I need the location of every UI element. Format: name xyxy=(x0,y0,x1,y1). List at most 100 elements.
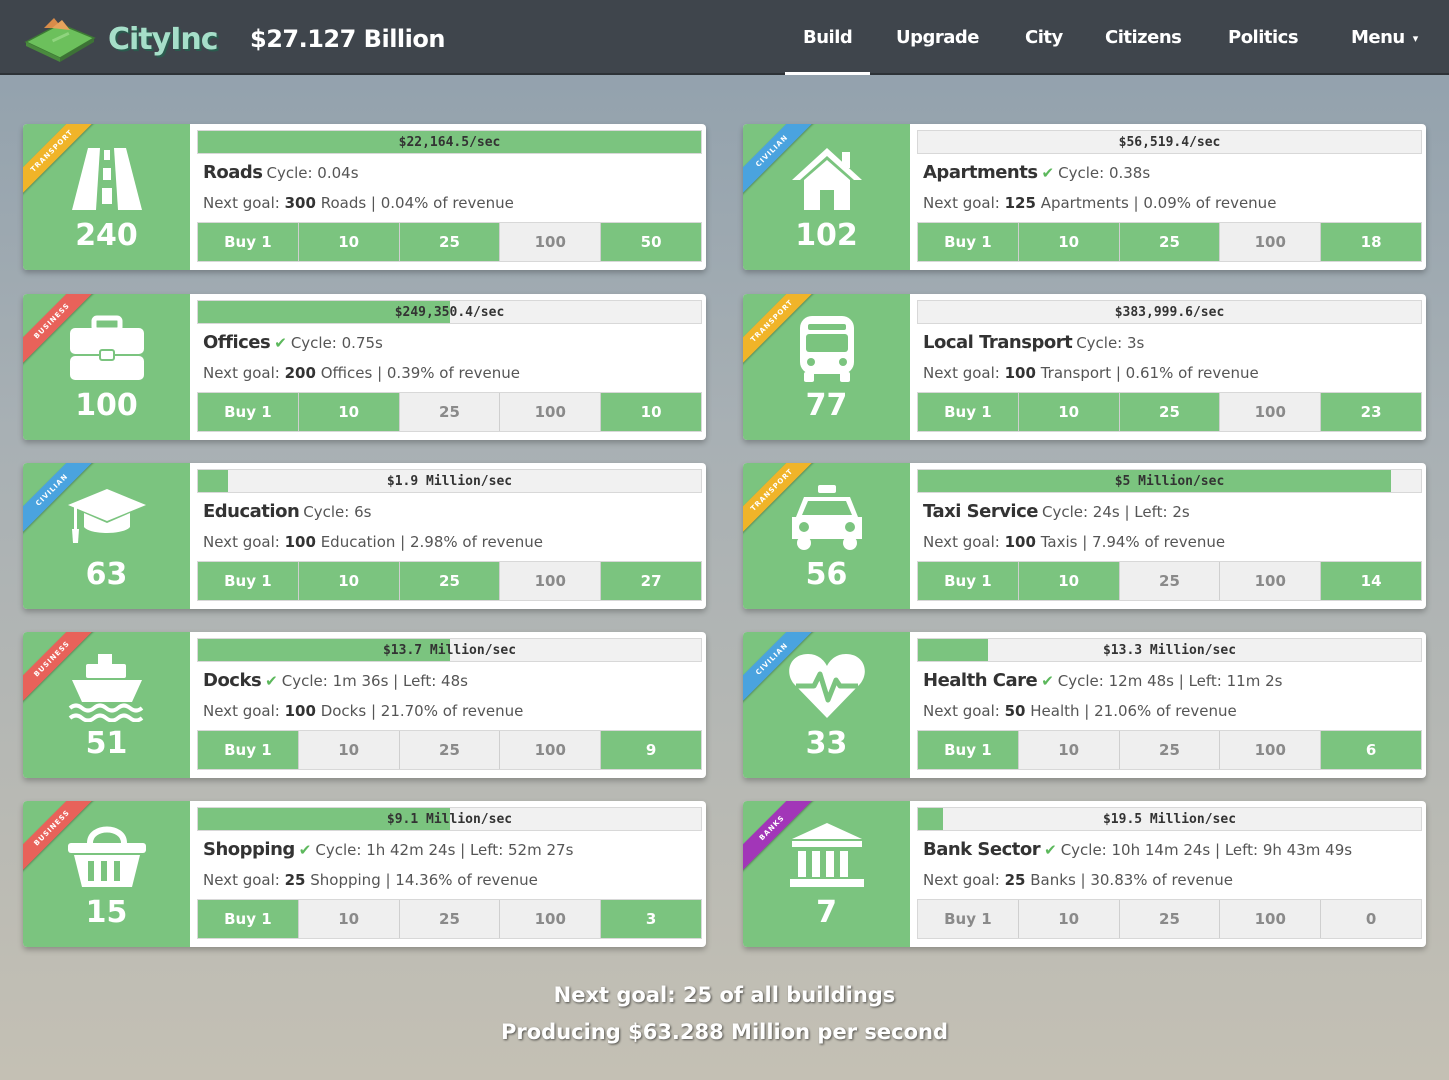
nav-menu-label: Menu xyxy=(1351,27,1405,48)
building-tile[interactable]: 100 BUSINESS xyxy=(23,294,190,440)
buy-25-button[interactable]: 25 xyxy=(1119,223,1221,261)
nav-city[interactable]: City xyxy=(1025,0,1063,75)
bank-icon xyxy=(786,821,868,891)
buy-25-button[interactable]: 25 xyxy=(1119,900,1221,938)
building-card-bank-sector: 7 BANKS $19.5 Million/sec Bank Sector ✔ Cycle… xyxy=(743,801,1426,947)
buy-10-button[interactable]: 10 xyxy=(298,900,400,938)
buy-25-button[interactable]: 25 xyxy=(399,223,501,261)
buy-1-button[interactable]: Buy 1 xyxy=(918,393,1019,431)
buy-1-button[interactable]: Buy 1 xyxy=(198,393,299,431)
heart-pulse-icon xyxy=(786,652,868,722)
income-rate: $13.7 Million/sec xyxy=(382,643,517,658)
building-name: Offices xyxy=(203,332,271,353)
production-progress-bar: $13.3 Million/sec xyxy=(917,638,1422,662)
buy-10-button[interactable]: 10 xyxy=(1018,223,1120,261)
income-rate: $1.9 Million/sec xyxy=(386,474,513,489)
goal-detail: Offices | 0.39% of revenue xyxy=(320,364,520,382)
building-tile[interactable]: 51 BUSINESS xyxy=(23,632,190,778)
goal-detail: Education | 2.98% of revenue xyxy=(320,533,544,551)
buy-25-button[interactable]: 25 xyxy=(399,562,501,600)
buy-100-button[interactable]: 100 xyxy=(500,393,602,431)
building-tile[interactable]: 33 CIVILIAN xyxy=(743,632,910,778)
check-icon: ✔ xyxy=(1044,841,1057,859)
buy-100-button[interactable]: 100 xyxy=(1220,562,1322,600)
building-tile[interactable]: 63 CIVILIAN xyxy=(23,463,190,609)
ship-icon xyxy=(66,652,148,723)
buy-100-button[interactable]: 100 xyxy=(500,900,602,938)
goal-number: 125 xyxy=(1004,194,1036,212)
goal-prefix: Next goal: xyxy=(203,364,280,382)
buy-1-button[interactable]: Buy 1 xyxy=(918,731,1019,769)
nav-upgrade[interactable]: Upgrade xyxy=(896,0,980,75)
buy-1-button[interactable]: Buy 1 xyxy=(198,731,299,769)
buy-max-button[interactable]: 6 xyxy=(1321,731,1421,769)
building-count: 33 xyxy=(805,726,848,761)
buy-25-button[interactable]: 25 xyxy=(399,900,501,938)
buy-100-button[interactable]: 100 xyxy=(500,731,602,769)
nav-upgrade-label: Upgrade xyxy=(896,27,980,48)
buy-1-button[interactable]: Buy 1 xyxy=(918,562,1019,600)
building-tile[interactable]: 15 BUSINESS xyxy=(23,801,190,947)
buy-10-button[interactable]: 10 xyxy=(298,393,400,431)
buy-25-button[interactable]: 25 xyxy=(399,393,501,431)
buy-25-button[interactable]: 25 xyxy=(1119,731,1221,769)
nav-citizens[interactable]: Citizens xyxy=(1105,0,1182,75)
buy-max-button[interactable]: 3 xyxy=(601,900,701,938)
buy-10-button[interactable]: 10 xyxy=(1018,731,1120,769)
goal-number: 100 xyxy=(1004,533,1036,551)
building-tile[interactable]: 102 CIVILIAN xyxy=(743,124,910,270)
goal-number: 300 xyxy=(284,194,316,212)
buy-10-button[interactable]: 10 xyxy=(298,223,400,261)
buy-max-button[interactable]: 27 xyxy=(601,562,701,600)
buy-max-button[interactable]: 0 xyxy=(1321,900,1421,938)
buy-max-button[interactable]: 18 xyxy=(1321,223,1421,261)
buy-25-button[interactable]: 25 xyxy=(1119,562,1221,600)
buy-1-button[interactable]: Buy 1 xyxy=(198,562,299,600)
buy-100-button[interactable]: 100 xyxy=(1220,223,1322,261)
buy-10-button[interactable]: 10 xyxy=(1018,900,1120,938)
cycle-info: Cycle: 3s xyxy=(1076,334,1145,352)
goal-prefix: Next goal: xyxy=(923,871,1000,889)
building-tile[interactable]: 56 TRANSPORT xyxy=(743,463,910,609)
buy-10-button[interactable]: 10 xyxy=(298,562,400,600)
income-rate: $22,164.5/sec xyxy=(398,135,501,150)
buy-max-button[interactable]: 10 xyxy=(601,393,701,431)
goal-detail: Transport | 0.61% of revenue xyxy=(1040,364,1259,382)
buy-100-button[interactable]: 100 xyxy=(500,223,602,261)
goal-number: 25 xyxy=(1004,871,1026,889)
buy-10-button[interactable]: 10 xyxy=(1018,393,1120,431)
building-tile[interactable]: 7 BANKS xyxy=(743,801,910,947)
goal-detail: Health | 21.06% of revenue xyxy=(1030,702,1237,720)
buy-25-button[interactable]: 25 xyxy=(1119,393,1221,431)
buy-100-button[interactable]: 100 xyxy=(1220,731,1322,769)
buy-100-button[interactable]: 100 xyxy=(1220,393,1322,431)
goal-number: 100 xyxy=(284,533,316,551)
buy-10-button[interactable]: 10 xyxy=(298,731,400,769)
buy-max-button[interactable]: 50 xyxy=(601,223,701,261)
buy-1-button[interactable]: Buy 1 xyxy=(918,223,1019,261)
buy-max-button[interactable]: 14 xyxy=(1321,562,1421,600)
buy-1-button[interactable]: Buy 1 xyxy=(918,900,1019,938)
buy-100-button[interactable]: 100 xyxy=(1220,900,1322,938)
building-name: Taxi Service xyxy=(923,501,1038,522)
nav-politics[interactable]: Politics xyxy=(1228,0,1299,75)
building-count: 56 xyxy=(805,557,848,592)
buy-10-button[interactable]: 10 xyxy=(1018,562,1120,600)
building-name: Apartments xyxy=(923,162,1038,183)
goal-number: 200 xyxy=(284,364,316,382)
building-name: Local Transport xyxy=(923,332,1073,353)
income-rate: $19.5 Million/sec xyxy=(1102,812,1237,827)
goal-prefix: Next goal: xyxy=(203,533,280,551)
taxi-icon xyxy=(786,483,868,553)
nav-build-label: Build xyxy=(803,27,853,48)
buy-1-button[interactable]: Buy 1 xyxy=(198,223,299,261)
buy-1-button[interactable]: Buy 1 xyxy=(198,900,299,938)
buy-max-button[interactable]: 23 xyxy=(1321,393,1421,431)
buy-25-button[interactable]: 25 xyxy=(399,731,501,769)
building-tile[interactable]: 240 TRANSPORT xyxy=(23,124,190,270)
nav-build[interactable]: Build xyxy=(784,0,871,75)
buy-max-button[interactable]: 9 xyxy=(601,731,701,769)
building-tile[interactable]: 77 TRANSPORT xyxy=(743,294,910,440)
buy-100-button[interactable]: 100 xyxy=(500,562,602,600)
nav-menu[interactable]: Menu ▾ xyxy=(1351,0,1418,75)
